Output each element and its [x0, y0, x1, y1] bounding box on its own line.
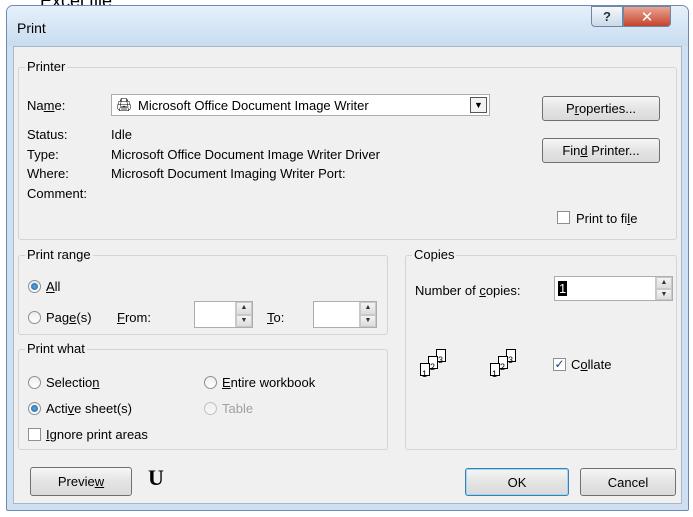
type-value: Microsoft Office Document Image Writer D…: [111, 147, 380, 162]
printer-icon: 🖨: [116, 97, 133, 112]
where-label: Where:: [27, 166, 69, 181]
print-dialog: Print ? ✕ Printer Name: 🖨 Microsoft Offi…: [6, 5, 689, 511]
preview-button-label: Preview: [57, 474, 105, 489]
print-what-group: Print what Selection Entire workbook Act…: [18, 341, 388, 450]
from-label: From:: [117, 310, 151, 325]
type-label: Type:: [27, 147, 59, 162]
copies-group-label: Copies: [412, 247, 457, 262]
active-sheets-radio[interactable]: [28, 402, 41, 415]
to-spinner[interactable]: ▲ ▼: [359, 302, 376, 327]
print-to-file-checkbox[interactable]: [557, 211, 570, 224]
number-of-copies-label: Number of copies:: [415, 283, 521, 298]
cancel-button[interactable]: Cancel: [580, 468, 676, 496]
entire-workbook-label[interactable]: Entire workbook: [222, 375, 315, 390]
print-to-file-label[interactable]: Print to file: [576, 211, 637, 226]
selection-label[interactable]: Selection: [46, 375, 99, 390]
printer-group: Printer Name: 🖨 Microsoft Office Documen…: [18, 59, 677, 240]
ok-button-label: OK: [507, 474, 527, 490]
print-what-group-label: Print what: [25, 341, 87, 356]
cancel-button-label: Cancel: [607, 474, 649, 490]
printer-group-label: Printer: [25, 59, 68, 74]
name-label: Name:: [27, 98, 66, 113]
dialog-title: Print: [17, 20, 46, 36]
logo-icon: U: [148, 465, 164, 490]
printer-name-select[interactable]: 🖨 Microsoft Office Document Image Writer…: [111, 94, 490, 116]
help-icon: ?: [603, 9, 611, 24]
printer-name-value: Microsoft Office Document Image Writer: [138, 98, 369, 113]
spin-up-icon[interactable]: ▲: [236, 302, 252, 315]
ignore-print-areas-label[interactable]: Ignore print areas: [46, 427, 148, 442]
ok-button[interactable]: OK: [465, 468, 569, 496]
find-printer-button[interactable]: Find Printer...: [542, 138, 660, 163]
copies-spinner[interactable]: ▲ ▼: [655, 277, 672, 300]
table-label: Table: [222, 401, 254, 416]
properties-button-label: Properties...: [565, 101, 637, 116]
close-button[interactable]: ✕: [623, 6, 671, 27]
collate-label[interactable]: Collate: [571, 357, 611, 372]
spin-down-icon[interactable]: ▼: [656, 288, 672, 300]
all-radio[interactable]: [28, 280, 41, 293]
table-radio: [204, 402, 217, 415]
properties-button[interactable]: Properties...: [542, 96, 660, 121]
copies-group: Copies Number of copies: 1 ▲ ▼ 3 2 1 3 2 …: [405, 247, 677, 450]
where-value: Microsoft Document Imaging Writer Port:: [111, 166, 346, 181]
preview-button[interactable]: Preview: [30, 467, 132, 496]
copies-field[interactable]: 1 ▲ ▼: [554, 276, 673, 301]
close-icon: ✕: [640, 8, 654, 26]
ignore-print-areas-checkbox[interactable]: [28, 428, 41, 441]
spin-down-icon[interactable]: ▼: [236, 314, 252, 327]
comment-label: Comment:: [27, 186, 87, 201]
from-spinner[interactable]: ▲ ▼: [235, 302, 252, 327]
print-range-group-label: Print range: [25, 247, 93, 262]
collate-checkbox[interactable]: ✓: [553, 358, 566, 371]
selection-radio[interactable]: [28, 376, 41, 389]
to-label: To:: [267, 310, 285, 325]
all-label[interactable]: All: [46, 279, 60, 294]
from-field[interactable]: ▲ ▼: [194, 301, 253, 328]
to-field[interactable]: ▲ ▼: [313, 301, 377, 328]
status-label: Status:: [27, 127, 68, 142]
pages-radio[interactable]: [28, 311, 41, 324]
spin-down-icon[interactable]: ▼: [360, 314, 376, 327]
entire-workbook-radio[interactable]: [204, 376, 217, 389]
find-printer-button-label: Find Printer...: [562, 143, 640, 158]
collate-pages-icon: 3 2 1: [420, 349, 460, 389]
title-bar: Print ? ✕: [7, 6, 688, 46]
spin-up-icon[interactable]: ▲: [656, 277, 672, 289]
active-sheets-label[interactable]: Active sheet(s): [46, 401, 132, 416]
status-value: Idle: [111, 127, 132, 142]
help-button[interactable]: ?: [591, 6, 623, 27]
collate-pages-icon: 3 2 1: [490, 349, 530, 389]
chevron-down-icon[interactable]: ▼: [470, 97, 487, 113]
pages-label[interactable]: Page(s): [46, 310, 92, 325]
dialog-client-area: Printer Name: 🖨 Microsoft Office Documen…: [13, 46, 682, 504]
spin-up-icon[interactable]: ▲: [360, 302, 376, 315]
copies-value: 1: [558, 281, 568, 296]
print-range-group: Print range All Page(s) From: ▲ ▼ To: ▲ ▼: [18, 247, 388, 335]
